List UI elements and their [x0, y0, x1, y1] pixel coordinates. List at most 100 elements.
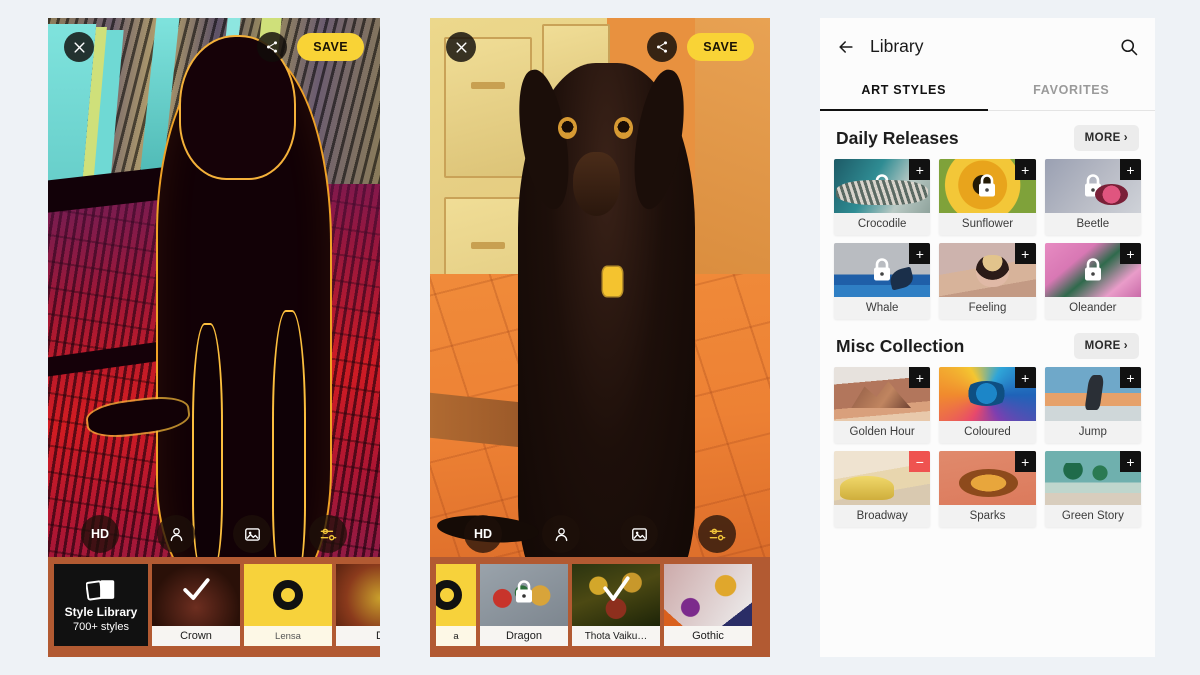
image-icon: [244, 527, 260, 541]
artwork-dog-eye-right: [613, 117, 633, 139]
style-tile-image: +: [1044, 159, 1141, 213]
add-badge[interactable]: +: [1014, 451, 1036, 472]
grid-misc-collection: + Golden Hour + Coloured + Jump − Broadw…: [820, 367, 1155, 527]
add-badge[interactable]: +: [1120, 243, 1141, 264]
style-tile-image: +: [1044, 243, 1141, 297]
page-title: Library: [870, 36, 924, 56]
style-tile-label: Golden Hour: [849, 426, 915, 438]
style-tile-label: Broadway: [856, 510, 908, 522]
more-label: MORE: [1084, 132, 1121, 144]
remove-badge[interactable]: −: [909, 451, 931, 472]
style-tile-image: +: [834, 367, 931, 421]
style-library-subtitle: 700+ styles: [73, 621, 129, 633]
lensa-logo-icon: [273, 580, 303, 610]
style-library-card[interactable]: Style Library 700+ styles: [54, 564, 148, 646]
style-tile-image: +: [939, 159, 1036, 213]
section-header-misc-collection: Misc Collection MORE ›: [820, 319, 1155, 367]
hd-button[interactable]: HD: [81, 515, 119, 553]
style-tile-image: +: [1044, 367, 1141, 421]
person-icon: [170, 527, 182, 541]
section-title: Misc Collection: [836, 335, 965, 356]
add-badge[interactable]: +: [1120, 159, 1141, 180]
style-tile-label: Crocodile: [857, 218, 907, 230]
close-button[interactable]: [64, 32, 94, 62]
adjust-button[interactable]: [309, 515, 347, 553]
style-carousel-left[interactable]: Style Library 700+ styles Crown Lensa D: [48, 557, 380, 657]
hd-button[interactable]: HD: [464, 515, 502, 553]
style-thumbnail: [336, 564, 380, 626]
artwork-handle-1: [470, 81, 505, 89]
add-badge[interactable]: +: [1014, 243, 1036, 264]
photo-stack-icon: [86, 580, 115, 601]
style-card-d[interactable]: D: [336, 564, 380, 646]
style-tile[interactable]: + Jump: [1044, 367, 1141, 443]
style-tile[interactable]: + Beetle: [1044, 159, 1141, 235]
style-tile-image: +: [939, 367, 1036, 421]
lock-icon: [516, 580, 532, 603]
style-library-title: Style Library: [64, 605, 138, 619]
style-tile[interactable]: + Feeling: [939, 243, 1036, 319]
save-button[interactable]: SAVE: [687, 33, 754, 61]
person-icon: [555, 527, 567, 541]
background-button[interactable]: [620, 515, 658, 553]
lock-icon: [1084, 258, 1101, 281]
portrait-button[interactable]: [542, 515, 580, 553]
portrait-button[interactable]: [157, 515, 195, 553]
style-tile-image: +: [939, 451, 1036, 505]
style-tile[interactable]: + Sparks: [939, 451, 1036, 527]
hd-icon: HD: [90, 527, 110, 541]
sliders-icon: [320, 528, 336, 540]
library-header: Library: [820, 18, 1155, 71]
chevron-right-icon: ›: [1123, 132, 1128, 144]
style-tile-label: Sunflower: [961, 218, 1014, 230]
style-tile-label: Whale: [865, 302, 899, 314]
save-button[interactable]: SAVE: [297, 33, 364, 61]
style-tile[interactable]: + Green Story: [1044, 451, 1141, 527]
more-button-misc-collection[interactable]: MORE ›: [1073, 333, 1139, 359]
style-tile[interactable]: + Whale: [834, 243, 931, 319]
share-button[interactable]: [257, 32, 288, 62]
style-tile-label: Oleander: [1069, 302, 1117, 314]
style-tile[interactable]: + Oleander: [1044, 243, 1141, 319]
tab-art-styles[interactable]: ART STYLES: [820, 71, 988, 110]
more-button-daily-releases[interactable]: MORE ›: [1073, 125, 1139, 151]
style-tile[interactable]: + Golden Hour: [834, 367, 931, 443]
check-icon: [603, 576, 630, 601]
add-badge[interactable]: +: [909, 367, 931, 388]
share-button[interactable]: [647, 32, 678, 62]
editor-top-bar-left: SAVE: [48, 18, 380, 76]
style-tile[interactable]: + Crocodile: [834, 159, 931, 235]
style-card-partial[interactable]: a: [436, 564, 476, 646]
share-icon: [657, 41, 668, 53]
close-button[interactable]: [446, 32, 476, 62]
add-badge[interactable]: +: [909, 159, 931, 180]
search-icon[interactable]: [1119, 37, 1139, 57]
add-badge[interactable]: +: [1120, 367, 1141, 388]
style-card-label: Lensa: [244, 626, 332, 646]
style-tile[interactable]: + Sunflower: [939, 159, 1036, 235]
style-carousel-right[interactable]: a Dragon Thota Vaiku… Gothic: [430, 557, 770, 657]
style-thumbnail: [664, 564, 752, 626]
style-card-dragon[interactable]: Dragon: [480, 564, 568, 646]
style-card-gothic[interactable]: Gothic: [664, 564, 752, 646]
style-card-crown[interactable]: Crown: [152, 564, 240, 646]
background-button[interactable]: [233, 515, 271, 553]
style-tile[interactable]: − Broadway: [834, 451, 931, 527]
style-tile[interactable]: + Coloured: [939, 367, 1036, 443]
add-badge[interactable]: +: [909, 243, 931, 264]
add-badge[interactable]: +: [1014, 159, 1036, 180]
style-card-label: Crown: [152, 626, 240, 646]
close-icon: [73, 41, 85, 53]
editor-screenshot-left: SAVE HD Style Library 700+ styles Crown …: [48, 18, 380, 657]
style-card-label: Dragon: [480, 626, 568, 646]
style-card-lensa[interactable]: Lensa: [244, 564, 332, 646]
tab-favorites[interactable]: FAVORITES: [988, 71, 1156, 110]
back-arrow-icon[interactable]: [836, 37, 856, 57]
add-badge[interactable]: +: [1120, 451, 1141, 472]
adjust-button[interactable]: [698, 515, 736, 553]
add-badge[interactable]: +: [1014, 367, 1036, 388]
style-card-thota[interactable]: Thota Vaiku…: [572, 564, 660, 646]
library-screen: Library ART STYLES FAVORITES Daily Relea…: [820, 18, 1155, 657]
lock-icon: [979, 174, 996, 197]
style-tile-image: +: [939, 243, 1036, 297]
